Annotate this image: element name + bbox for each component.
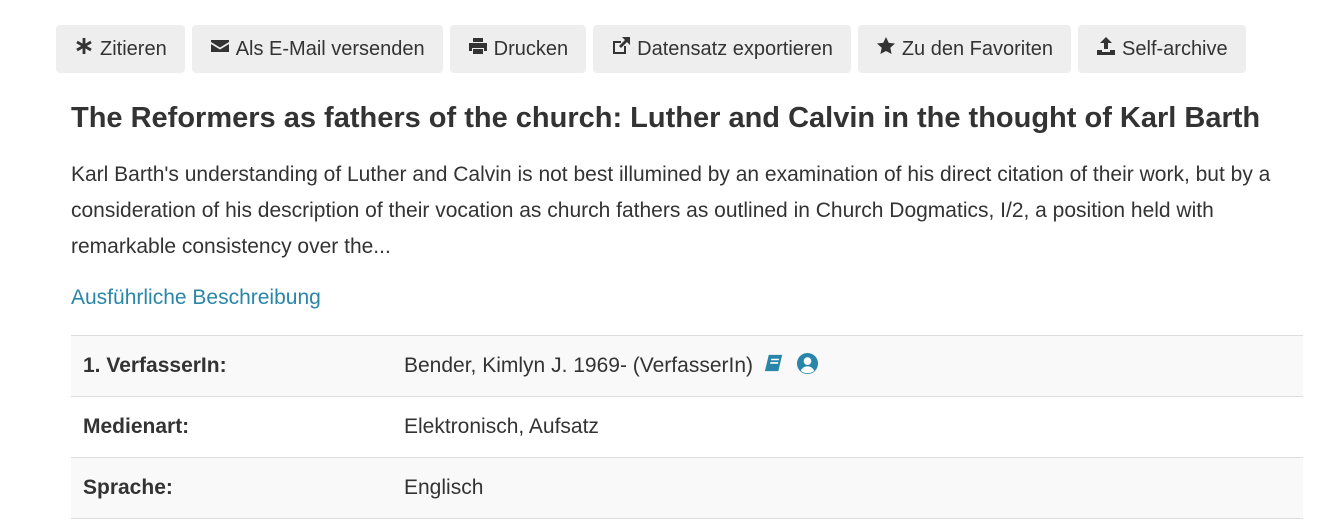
record-title: The Reformers as fathers of the church: … [71, 102, 1261, 134]
external-link-icon [611, 36, 631, 62]
author-value[interactable]: Bender, Kimlyn J. 1969- (VerfasserIn) [404, 354, 753, 377]
self-archive-button[interactable]: Self-archive [1078, 25, 1246, 73]
details-table: 1. VerfasserIn: Bender, Kimlyn J. 1969- … [71, 335, 1303, 519]
author-value-cell: Bender, Kimlyn J. 1969- (VerfasserIn) [391, 335, 1303, 397]
cite-button-label: Zitieren [100, 37, 167, 60]
media-type-value: Elektronisch, Aufsatz [391, 396, 1303, 458]
book-icon[interactable] [763, 352, 786, 381]
add-favorites-button-label: Zu den Favoriten [901, 37, 1054, 60]
self-archive-button-label: Self-archive [1122, 37, 1228, 60]
table-row: Medienart: Elektronisch, Aufsatz [71, 396, 1303, 458]
email-button[interactable]: Als E-Mail versenden [191, 25, 443, 73]
upload-icon [1096, 36, 1116, 62]
user-circle-icon[interactable] [796, 352, 819, 381]
full-description-link[interactable]: Ausführliche Beschreibung [71, 286, 321, 310]
envelope-icon [210, 36, 230, 62]
table-row: Sprache: Englisch [71, 457, 1303, 519]
cite-button[interactable]: Zitieren [56, 25, 185, 73]
record-abstract: Karl Barth's understanding of Luther and… [71, 163, 1271, 258]
language-label: Sprache: [71, 457, 391, 519]
export-record-button-label: Datensatz exportieren [637, 37, 833, 60]
email-button-label: Als E-Mail versenden [235, 37, 425, 60]
media-type-label: Medienart: [71, 396, 391, 458]
table-row: 1. VerfasserIn: Bender, Kimlyn J. 1969- … [71, 335, 1303, 397]
add-favorites-button[interactable]: Zu den Favoriten [857, 25, 1072, 73]
action-toolbar: Zitieren Als E-Mail versenden Drucken Da… [56, 25, 1246, 73]
print-button[interactable]: Drucken [449, 25, 587, 73]
export-record-button[interactable]: Datensatz exportieren [593, 25, 851, 73]
star-icon [876, 36, 896, 62]
print-button-label: Drucken [493, 37, 569, 60]
language-value: Englisch [391, 457, 1303, 519]
asterisk-icon [74, 36, 94, 62]
author-label: 1. VerfasserIn: [71, 335, 391, 397]
print-icon [468, 36, 488, 62]
